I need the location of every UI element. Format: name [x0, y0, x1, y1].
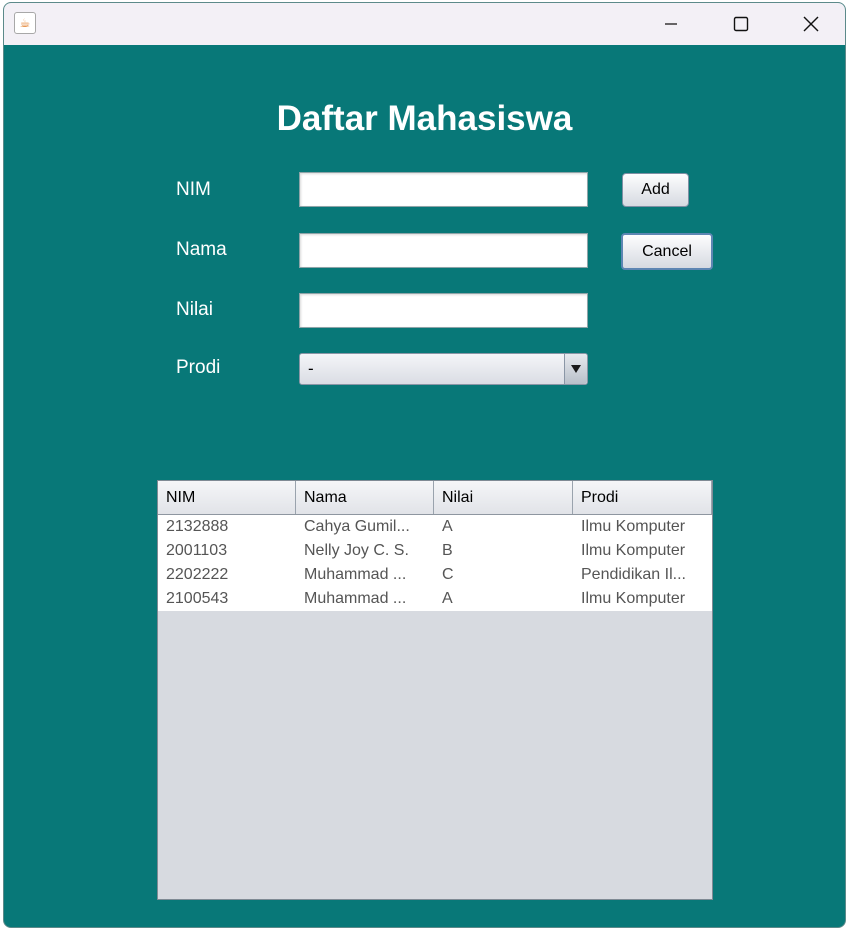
table-header: NIM Nama Nilai Prodi — [158, 481, 712, 515]
nama-field[interactable] — [299, 233, 588, 268]
maximize-icon — [733, 16, 749, 32]
maximize-button[interactable] — [718, 3, 764, 45]
table-cell: Ilmu Komputer — [581, 590, 686, 607]
table-cell: Nelly Joy C. S. — [304, 542, 409, 559]
nilai-field[interactable] — [299, 293, 588, 328]
title-bar: ☕ — [4, 3, 845, 45]
table-cell: 2001103 — [166, 542, 228, 559]
cancel-button[interactable]: Cancel — [621, 233, 713, 270]
student-table[interactable]: NIM Nama Nilai Prodi 2132888 Cahya Gumil… — [157, 480, 713, 900]
minimize-icon — [665, 23, 677, 25]
minimize-button[interactable] — [648, 3, 694, 45]
table-body: 2132888 Cahya Gumil... A Ilmu Komputer 2… — [158, 515, 712, 611]
column-header-nama[interactable]: Nama — [296, 481, 434, 514]
page-title: Daftar Mahasiswa — [276, 99, 573, 138]
chevron-down-icon — [571, 365, 581, 373]
table-cell: Muhammad ... — [304, 566, 407, 583]
table-cell: Muhammad ... — [304, 590, 407, 607]
close-icon — [803, 16, 819, 32]
add-button[interactable]: Add — [622, 173, 689, 207]
prodi-label: Prodi — [176, 357, 221, 378]
nilai-label: Nilai — [176, 299, 213, 320]
close-button[interactable] — [788, 3, 834, 45]
column-header-nilai[interactable]: Nilai — [434, 481, 573, 514]
prodi-select[interactable]: - — [299, 353, 588, 385]
prodi-selected-value: - — [308, 359, 314, 378]
table-row[interactable]: 2001103 Nelly Joy C. S. B Ilmu Komputer — [158, 539, 712, 563]
table-cell: Ilmu Komputer — [581, 518, 686, 535]
table-cell: B — [442, 542, 453, 559]
table-cell: Pendidikan Il... — [581, 566, 686, 583]
table-cell: 2132888 — [166, 518, 229, 535]
table-row[interactable]: 2132888 Cahya Gumil... A Ilmu Komputer — [158, 515, 712, 539]
table-cell: A — [442, 518, 453, 535]
app-window: ☕ Daftar Mahasiswa NIM Nama Nilai Prodi … — [3, 2, 846, 928]
table-cell: C — [442, 566, 454, 583]
table-row[interactable]: 2202222 Muhammad ... C Pendidikan Il... — [158, 563, 712, 587]
table-cell: A — [442, 590, 453, 607]
nim-label: NIM — [176, 179, 211, 200]
column-header-prodi[interactable]: Prodi — [573, 481, 712, 514]
table-cell: Ilmu Komputer — [581, 542, 686, 559]
table-cell: 2202222 — [166, 566, 229, 583]
table-row[interactable]: 2100543 Muhammad ... A Ilmu Komputer — [158, 587, 712, 611]
table-cell: Cahya Gumil... — [304, 518, 410, 535]
dropdown-arrow-button[interactable] — [564, 354, 587, 384]
table-cell: 2100543 — [166, 590, 229, 607]
java-icon[interactable]: ☕ — [14, 12, 36, 34]
column-header-nim[interactable]: NIM — [158, 481, 296, 514]
nama-label: Nama — [176, 239, 227, 260]
nim-field[interactable] — [299, 172, 588, 207]
